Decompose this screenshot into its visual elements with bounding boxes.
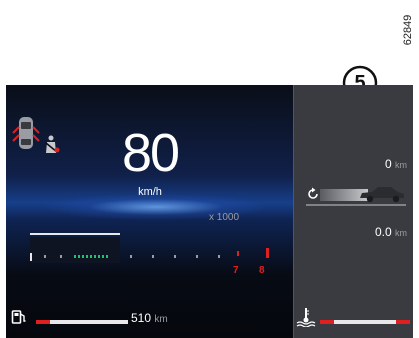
fuel-range-value: 510 — [131, 311, 152, 325]
panel-divider — [293, 85, 294, 338]
seatbelt-warning-icon — [45, 135, 60, 153]
trip-distance-readout: 0 km — [385, 157, 407, 171]
trip-distance-unit: km — [395, 160, 407, 170]
figure-reference-code: 62849 — [402, 14, 414, 46]
rpm-green-segment — [74, 255, 108, 258]
rpm-tick-7: 7 — [233, 265, 239, 276]
fuel-range-readout: 510 km — [131, 311, 168, 325]
trip-economy-readout: 0.0 km — [375, 225, 407, 239]
trip-computer-panel — [294, 85, 413, 338]
coolant-gauge-high-marker — [396, 320, 410, 324]
speed-unit: km/h — [138, 186, 162, 198]
trip-economy-unit: km — [395, 228, 407, 238]
coolant-gauge-low-marker — [320, 320, 334, 324]
fuel-range-unit: km — [154, 314, 168, 325]
trip-distance-value: 0 — [384, 157, 392, 171]
rpm-tick-8: 8 — [259, 265, 265, 276]
trip-economy-value: 0.0 — [374, 225, 392, 239]
coolant-temperature-icon — [296, 308, 316, 327]
car-doors-open-icon — [12, 117, 40, 149]
car-silhouette-icon — [360, 187, 404, 203]
rpm-scale-label: x 1000 — [209, 212, 240, 223]
instrument-cluster-screen: 80 km/h x 1000 7 8 510 km 0 km 0.0 km — [6, 85, 413, 338]
reset-arrow-icon — [308, 187, 318, 199]
fuel-pump-icon — [11, 310, 26, 324]
speed-value: 80 — [121, 123, 180, 183]
fuel-gauge-low-marker — [36, 320, 50, 324]
